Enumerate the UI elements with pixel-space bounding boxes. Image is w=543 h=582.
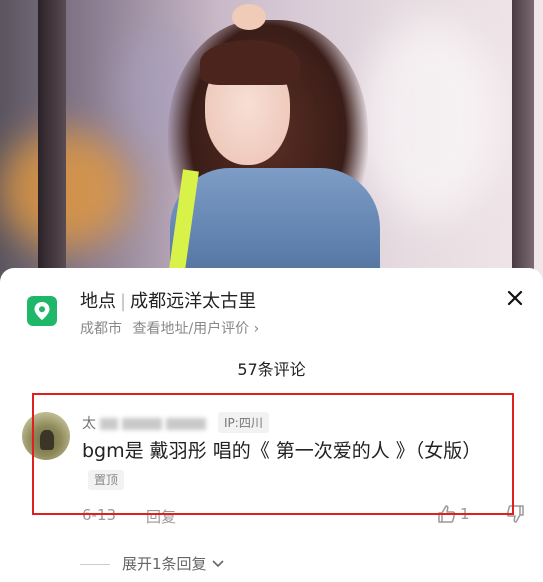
- person-bangs: [200, 40, 300, 85]
- chevron-right-icon: ›: [253, 321, 260, 337]
- background-pole: [512, 0, 534, 285]
- hair-accessory: [232, 4, 266, 30]
- highlight-box: [32, 393, 514, 515]
- background-pole: [38, 0, 66, 285]
- comment-count: 57条评论: [237, 360, 306, 379]
- location-title[interactable]: 地点 | 成都远洋太古里: [80, 287, 256, 313]
- location-pin-icon[interactable]: [27, 296, 57, 326]
- expand-replies[interactable]: 展开1条回复: [80, 553, 225, 574]
- location-label: 地点: [80, 291, 116, 312]
- divider: [80, 564, 110, 565]
- location-city: 成都市: [80, 321, 122, 337]
- location-link[interactable]: 查看地址/用户评价: [132, 321, 249, 337]
- close-icon[interactable]: [505, 288, 525, 308]
- background-light: [360, 20, 500, 220]
- video-cover-image[interactable]: [0, 0, 543, 285]
- location-subtitle[interactable]: 成都市 查看地址/用户评价 ›: [80, 318, 259, 338]
- chevron-down-icon: [211, 555, 225, 573]
- location-name: 成都远洋太古里: [130, 291, 257, 312]
- expand-replies-label: 展开1条回复: [122, 555, 207, 573]
